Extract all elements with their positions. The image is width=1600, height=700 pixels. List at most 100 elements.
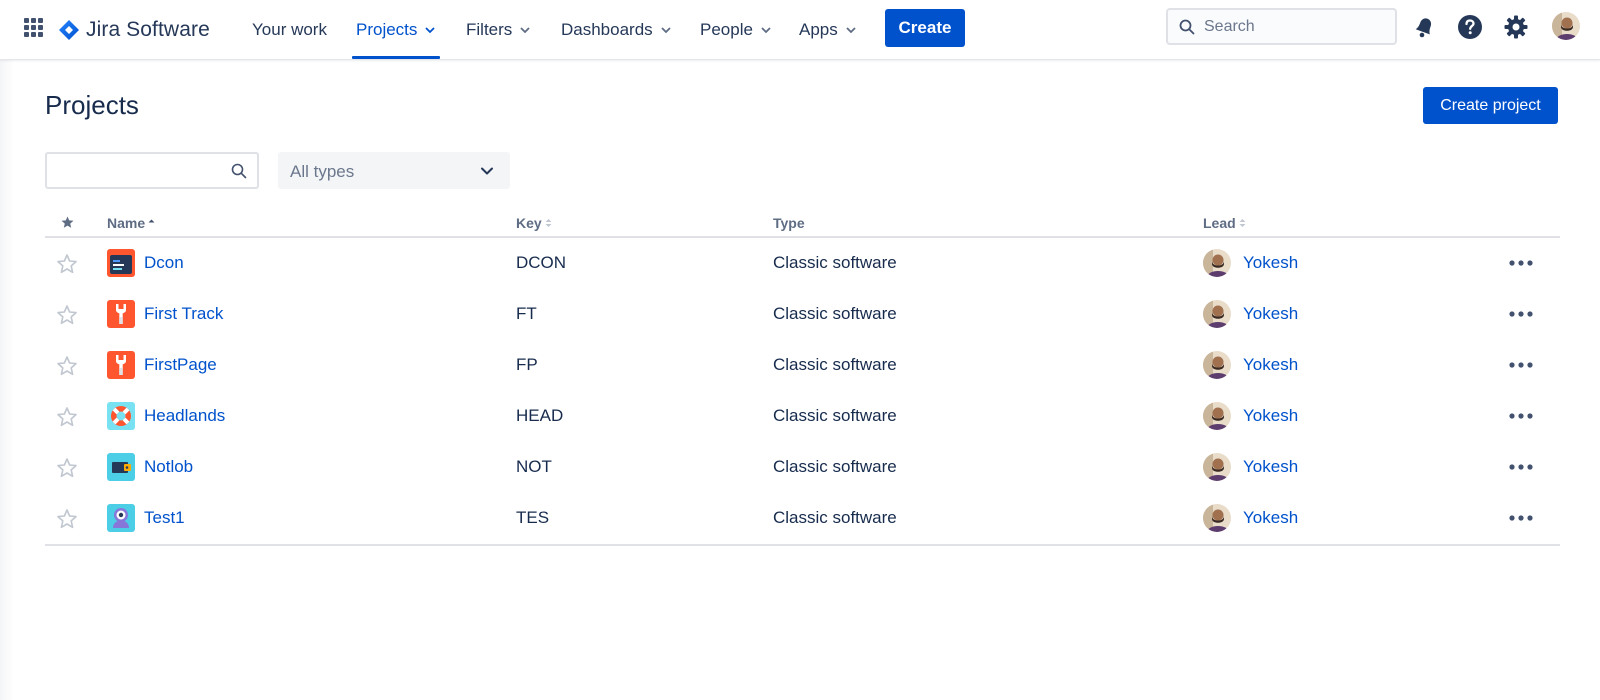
nav-label: Projects bbox=[356, 20, 418, 39]
table-row: Test1 TES Classic software Yokesh bbox=[45, 493, 1560, 544]
notifications-icon[interactable] bbox=[1411, 14, 1437, 40]
left-edge-shadow bbox=[0, 60, 14, 700]
nav-people[interactable]: People bbox=[700, 0, 772, 60]
lead-name-link[interactable]: Yokesh bbox=[1243, 355, 1298, 375]
projects-table: Name Key Type Lead Dcon DCON Classic sof… bbox=[45, 210, 1560, 546]
create-button[interactable]: Create bbox=[885, 9, 965, 47]
star-icon[interactable] bbox=[56, 508, 78, 530]
column-label: Name bbox=[107, 215, 146, 231]
avatar-icon bbox=[1552, 12, 1580, 40]
star-icon[interactable] bbox=[56, 406, 78, 428]
table-row: FirstPage FP Classic software Yokesh bbox=[45, 340, 1560, 391]
table-row: Headlands HEAD Classic software Yokesh bbox=[45, 391, 1560, 442]
search-input[interactable] bbox=[1204, 17, 1384, 36]
column-header-key[interactable]: Key bbox=[516, 215, 552, 231]
more-actions-icon[interactable] bbox=[1507, 354, 1535, 376]
help-icon[interactable] bbox=[1457, 14, 1483, 40]
wallet-project-icon bbox=[107, 453, 135, 481]
search-icon bbox=[1179, 19, 1195, 34]
nav-label: People bbox=[700, 20, 753, 39]
sort-ascending-icon bbox=[148, 219, 155, 223]
nav-label: Your work bbox=[252, 20, 327, 39]
nav-projects[interactable]: Projects bbox=[351, 0, 441, 60]
lead-name-link[interactable]: Yokesh bbox=[1243, 253, 1298, 273]
jira-logo[interactable]: Jira Software bbox=[58, 15, 210, 45]
chevron-down-icon bbox=[661, 27, 671, 34]
nav-label: Dashboards bbox=[561, 20, 653, 39]
nav-label: Filters bbox=[466, 20, 513, 39]
robot-project-icon bbox=[107, 504, 135, 532]
lead-avatar bbox=[1203, 249, 1231, 277]
sort-icon bbox=[545, 219, 552, 227]
column-header-name[interactable]: Name bbox=[107, 215, 155, 231]
top-navigation: Jira Software Your work Projects Filters… bbox=[0, 0, 1600, 60]
star-icon[interactable] bbox=[56, 304, 78, 326]
lead-avatar bbox=[1203, 351, 1231, 379]
table-header: Name Key Type Lead bbox=[45, 210, 1560, 238]
project-type: Classic software bbox=[773, 253, 897, 272]
sort-icon bbox=[1239, 219, 1246, 227]
profile-avatar[interactable] bbox=[1552, 12, 1580, 40]
nav-apps[interactable]: Apps bbox=[799, 0, 857, 60]
wrench-project-icon bbox=[107, 351, 135, 379]
project-name-link[interactable]: Notlob bbox=[144, 457, 193, 477]
project-name-link[interactable]: Test1 bbox=[144, 508, 185, 528]
lead-avatar bbox=[1203, 453, 1231, 481]
table-footer-divider bbox=[45, 544, 1560, 546]
lead-name-link[interactable]: Yokesh bbox=[1243, 508, 1298, 528]
page-title: Projects bbox=[45, 90, 139, 120]
project-key: NOT bbox=[516, 457, 552, 476]
project-key: TES bbox=[516, 508, 550, 527]
project-type-select[interactable]: All types bbox=[278, 152, 510, 189]
chevron-down-icon bbox=[846, 27, 856, 34]
dcon-project-icon bbox=[107, 249, 135, 277]
lead-name-link[interactable]: Yokesh bbox=[1243, 304, 1298, 324]
search-icon bbox=[231, 163, 247, 179]
starred-column-icon[interactable] bbox=[61, 216, 74, 229]
project-name-link[interactable]: Dcon bbox=[144, 253, 184, 273]
project-search-field[interactable] bbox=[45, 152, 259, 189]
project-search-input[interactable] bbox=[55, 161, 225, 178]
lifebuoy-project-icon bbox=[107, 402, 135, 430]
column-label: Key bbox=[516, 215, 542, 231]
project-name-link[interactable]: First Track bbox=[144, 304, 223, 324]
star-icon[interactable] bbox=[56, 457, 78, 479]
project-key: HEAD bbox=[516, 406, 564, 425]
project-type: Classic software bbox=[773, 457, 897, 476]
table-row: Notlob NOT Classic software Yokesh bbox=[45, 442, 1560, 493]
table-row: First Track FT Classic software Yokesh bbox=[45, 289, 1560, 340]
app-switcher-icon[interactable] bbox=[22, 16, 46, 40]
lead-avatar bbox=[1203, 300, 1231, 328]
column-header-lead[interactable]: Lead bbox=[1203, 215, 1246, 231]
project-type: Classic software bbox=[773, 406, 897, 425]
jira-diamond-icon bbox=[59, 20, 79, 40]
create-project-button[interactable]: Create project bbox=[1423, 87, 1558, 124]
more-actions-icon[interactable] bbox=[1507, 252, 1535, 274]
more-actions-icon[interactable] bbox=[1507, 303, 1535, 325]
nav-filters[interactable]: Filters bbox=[466, 0, 531, 60]
nav-dashboards[interactable]: Dashboards bbox=[561, 0, 672, 60]
lead-name-link[interactable]: Yokesh bbox=[1243, 406, 1298, 426]
chevron-down-icon bbox=[761, 27, 771, 34]
nav-label: Apps bbox=[799, 20, 838, 39]
more-actions-icon[interactable] bbox=[1507, 456, 1535, 478]
project-type: Classic software bbox=[773, 508, 897, 527]
column-label: Lead bbox=[1203, 215, 1236, 231]
chevron-down-icon bbox=[425, 27, 436, 34]
settings-icon[interactable] bbox=[1503, 14, 1529, 40]
project-name-link[interactable]: FirstPage bbox=[144, 355, 217, 375]
global-search[interactable] bbox=[1166, 8, 1397, 45]
chevron-down-icon bbox=[481, 167, 493, 175]
column-label: Type bbox=[773, 215, 805, 231]
more-actions-icon[interactable] bbox=[1507, 405, 1535, 427]
project-name-link[interactable]: Headlands bbox=[144, 406, 225, 426]
logo-text: Jira Software bbox=[86, 18, 210, 41]
star-icon[interactable] bbox=[56, 253, 78, 275]
chevron-down-icon bbox=[520, 27, 530, 34]
lead-avatar bbox=[1203, 504, 1231, 532]
star-icon[interactable] bbox=[56, 355, 78, 377]
nav-your-work[interactable]: Your work bbox=[252, 0, 327, 60]
more-actions-icon[interactable] bbox=[1507, 507, 1535, 529]
lead-name-link[interactable]: Yokesh bbox=[1243, 457, 1298, 477]
column-header-type: Type bbox=[773, 215, 805, 231]
